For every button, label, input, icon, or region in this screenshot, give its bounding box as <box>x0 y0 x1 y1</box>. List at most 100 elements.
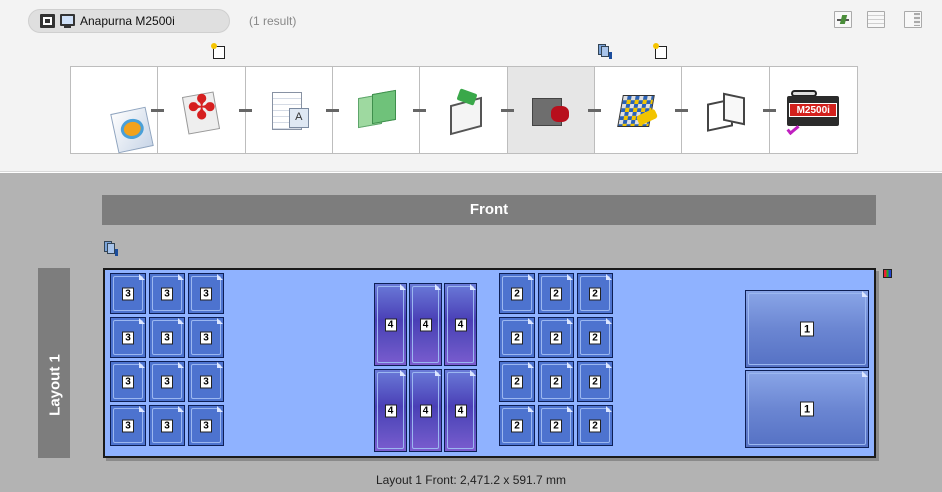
imposed-tile[interactable]: 3 <box>110 317 146 358</box>
imposed-tile[interactable]: 3 <box>110 273 146 314</box>
tile-number: 2 <box>511 287 523 300</box>
imposed-tile[interactable]: 2 <box>577 273 613 314</box>
imposed-tile[interactable]: 2 <box>577 405 613 446</box>
tile-number: 2 <box>589 419 601 432</box>
tile-number: 3 <box>122 331 134 344</box>
imposed-tile[interactable]: 2 <box>499 361 535 402</box>
imposed-tile[interactable]: 3 <box>149 405 185 446</box>
imposition-icon <box>442 89 484 131</box>
layout-sheet[interactable]: 3 3 3 3 3 3 3 3 3 3 3 3 4 4 4 4 4 4 2 2 2 2 2 2 2 2 2 2 2 2 1 1 <box>103 268 876 458</box>
imposed-tile[interactable]: 3 <box>110 405 146 446</box>
imposed-tile[interactable]: 4 <box>444 369 477 452</box>
imposed-tile[interactable]: 4 <box>374 369 407 452</box>
tile-number: 4 <box>454 404 467 417</box>
workflow-chain: M2500i <box>70 66 858 154</box>
tile-number: 3 <box>161 287 173 300</box>
imposed-tile[interactable]: 3 <box>188 317 224 358</box>
tile-number: 3 <box>200 419 212 432</box>
imposed-tile[interactable]: 2 <box>577 361 613 402</box>
layout-preview-panel: Front Layout 1 3 3 3 3 3 3 3 3 3 3 3 3 4 4 4 4 4 4 2 2 2 2 2 2 2… <box>0 173 942 492</box>
pdf-conversion-icon <box>181 88 221 132</box>
tile-number: 4 <box>384 318 397 331</box>
tile-number: 2 <box>511 331 523 344</box>
workflow-connector <box>325 109 339 112</box>
imposed-tile[interactable]: 2 <box>499 405 535 446</box>
imposed-tile[interactable]: 2 <box>499 273 535 314</box>
tile-number: 2 <box>550 331 562 344</box>
flow-view-icon[interactable] <box>834 11 852 28</box>
imposed-tile[interactable]: 4 <box>444 283 477 366</box>
imposed-tile[interactable]: 3 <box>188 405 224 446</box>
imposed-tile[interactable]: 3 <box>149 317 185 358</box>
workflow-step-packaging[interactable] <box>682 67 776 153</box>
tile-number: 3 <box>161 375 173 388</box>
imposed-tile[interactable]: 4 <box>409 283 442 366</box>
imposed-tile[interactable]: 2 <box>577 317 613 358</box>
tile-number: 2 <box>511 375 523 388</box>
imposed-tile[interactable]: 2 <box>538 405 574 446</box>
imposed-tile[interactable]: 1 <box>745 370 869 448</box>
imposed-tile[interactable]: 2 <box>538 273 574 314</box>
printer-output-icon: M2500i <box>785 86 841 136</box>
new-document-icon <box>211 43 225 59</box>
output-packaging-icon <box>703 89 747 131</box>
device-name: Anapurna M2500i <box>80 14 175 28</box>
tile-number: 2 <box>589 331 601 344</box>
list-view-icon[interactable] <box>867 11 885 28</box>
result-count: (1 result) <box>249 14 297 28</box>
color-management-icon <box>356 90 396 130</box>
workflow-connector <box>500 109 514 112</box>
cutting-icon <box>529 90 573 130</box>
imposed-tile[interactable]: 4 <box>374 283 407 366</box>
imposed-tile[interactable]: 3 <box>149 361 185 402</box>
imposed-tile[interactable]: 4 <box>409 369 442 452</box>
imposed-tile[interactable]: 2 <box>499 317 535 358</box>
tile-number: 2 <box>589 287 601 300</box>
imposed-tile[interactable]: 1 <box>745 290 869 368</box>
film-strip-icon <box>40 14 55 28</box>
workflow-connector <box>238 109 252 112</box>
workflow-connector <box>675 109 689 112</box>
imposed-tile[interactable]: 2 <box>538 317 574 358</box>
tile-number: 1 <box>800 401 814 417</box>
imposed-tile[interactable]: 3 <box>188 273 224 314</box>
color-bar-icon <box>883 269 892 278</box>
tile-number: 3 <box>200 287 212 300</box>
workflow-step-imposition[interactable] <box>420 67 514 153</box>
nesting-layout-icon <box>617 90 659 130</box>
imposed-tile[interactable]: 2 <box>538 361 574 402</box>
layout-tab-label: Layout 1 <box>46 354 64 416</box>
tile-number: 1 <box>800 321 814 337</box>
workflow-step-pdf[interactable] <box>158 67 252 153</box>
split-view-icon[interactable] <box>904 11 922 28</box>
tile-number: 3 <box>161 331 173 344</box>
imposed-tile[interactable]: 3 <box>110 361 146 402</box>
preflight-check-icon <box>269 88 309 132</box>
workflow-step-printer[interactable]: M2500i <box>769 67 857 153</box>
workflow-panel: Anapurna M2500i (1 result) ✤ A M2500i <box>0 0 942 172</box>
workflow-step-nesting[interactable] <box>594 67 689 153</box>
tile-number: 3 <box>122 287 134 300</box>
workflow-step-cutting[interactable] <box>507 67 601 153</box>
workflow-step-import[interactable] <box>71 67 165 154</box>
tile-number: 3 <box>122 375 134 388</box>
workflow-step-color[interactable] <box>332 67 427 153</box>
workflow-connector <box>151 109 165 112</box>
tile-number: 4 <box>419 318 432 331</box>
tile-number: 4 <box>384 404 397 417</box>
tile-number: 3 <box>200 375 212 388</box>
side-header: Front <box>102 195 876 225</box>
tile-number: 2 <box>550 419 562 432</box>
imposed-tile[interactable]: 3 <box>188 361 224 402</box>
step-repeat-icon <box>104 241 120 257</box>
tile-number: 4 <box>454 318 467 331</box>
tile-number: 2 <box>511 419 523 432</box>
tile-number: 3 <box>122 419 134 432</box>
imposed-tile[interactable]: 3 <box>149 273 185 314</box>
workflow-step-preflight[interactable] <box>245 67 339 153</box>
tile-number: 2 <box>550 375 562 388</box>
tile-number: 3 <box>161 419 173 432</box>
tile-number: 2 <box>550 287 562 300</box>
layout-dimensions: Layout 1 Front: 2,471.2 x 591.7 mm <box>375 473 567 487</box>
workflow-connector <box>762 109 776 112</box>
